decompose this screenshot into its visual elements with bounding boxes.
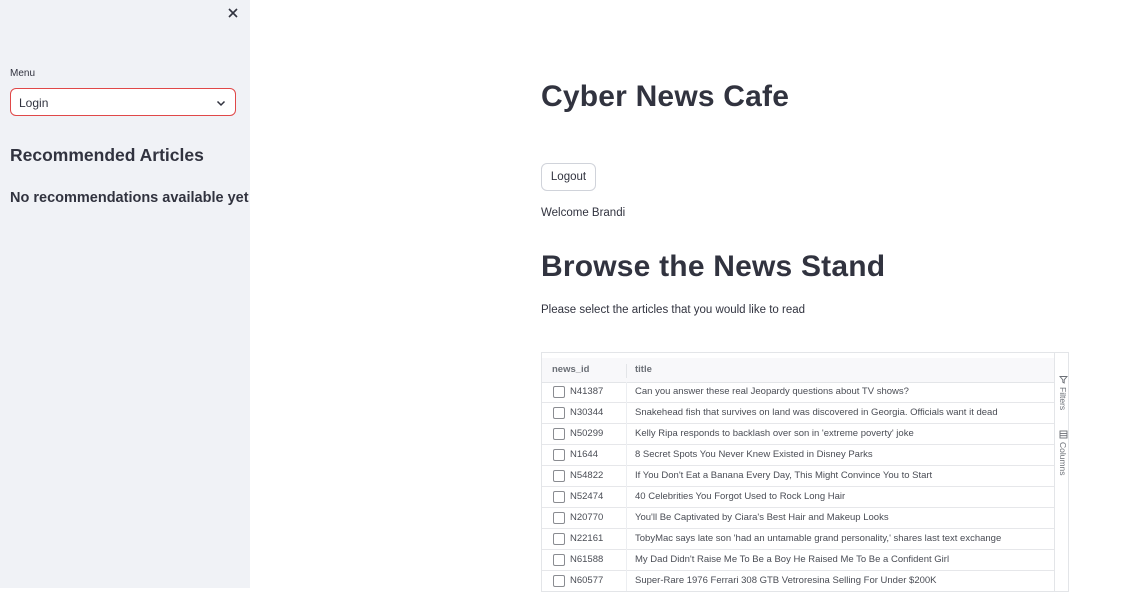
table-row[interactable]: N30344 Snakehead fish that survives on la… bbox=[542, 403, 1054, 424]
cell-news-id: N22161 bbox=[570, 533, 604, 544]
columns-tab[interactable]: Columns bbox=[1056, 430, 1068, 476]
row-checkbox[interactable] bbox=[553, 386, 565, 398]
cell-news-id: N61588 bbox=[570, 554, 604, 565]
cell-divider bbox=[626, 424, 627, 445]
column-header-title[interactable]: title bbox=[635, 364, 652, 375]
cell-title: Super-Rare 1976 Ferrari 308 GTB Vetrores… bbox=[635, 575, 937, 586]
filter-icon bbox=[1058, 376, 1068, 384]
close-icon bbox=[228, 8, 238, 18]
cell-news-id: N50299 bbox=[570, 428, 604, 439]
row-checkbox[interactable] bbox=[553, 428, 565, 440]
row-checkbox[interactable] bbox=[553, 407, 565, 419]
page-title: Cyber News Cafe bbox=[541, 80, 790, 113]
cell-title: My Dad Didn't Raise Me To Be a Boy He Ra… bbox=[635, 554, 950, 565]
row-checkbox[interactable] bbox=[553, 575, 565, 587]
cell-title: You'll Be Captivated by Ciara's Best Hai… bbox=[635, 512, 889, 523]
cell-divider bbox=[626, 466, 627, 487]
table-row[interactable]: N50299 Kelly Ripa responds to backlash ov… bbox=[542, 424, 1054, 445]
table-row[interactable]: N60577 Super-Rare 1976 Ferrari 308 GTB Ve… bbox=[542, 571, 1054, 591]
row-checkbox[interactable] bbox=[553, 554, 565, 566]
filters-tab-label: Filters bbox=[1058, 387, 1068, 411]
cell-title: If You Don't Eat a Banana Every Day, Thi… bbox=[635, 470, 933, 481]
cell-news-id: N20770 bbox=[570, 512, 604, 523]
cell-divider bbox=[626, 571, 627, 591]
recommended-heading: Recommended Articles bbox=[10, 145, 204, 165]
cell-divider bbox=[626, 403, 627, 424]
row-checkbox[interactable] bbox=[553, 449, 565, 461]
cell-divider bbox=[626, 550, 627, 571]
table-row[interactable]: N1644 8 Secret Spots You Never Knew Exist… bbox=[542, 445, 1054, 466]
column-header-news-id[interactable]: news_id bbox=[552, 364, 590, 375]
chevron-down-icon bbox=[216, 100, 226, 107]
table-row[interactable]: N54822 If You Don't Eat a Banana Every Da… bbox=[542, 466, 1054, 487]
cell-divider bbox=[626, 382, 627, 403]
articles-grid: news_id title N41387 Can you answer these… bbox=[541, 352, 1069, 592]
filters-tab[interactable]: Filters bbox=[1056, 375, 1068, 411]
cell-news-id: N60577 bbox=[570, 575, 604, 586]
cell-divider bbox=[626, 445, 627, 466]
cell-title: 8 Secret Spots You Never Knew Existed in… bbox=[635, 449, 873, 460]
logout-button[interactable]: Logout bbox=[541, 163, 596, 191]
grid-side-panel: Filters Columns bbox=[1054, 353, 1068, 591]
columns-icon bbox=[1059, 430, 1067, 439]
cell-divider bbox=[626, 529, 627, 550]
cell-news-id: N54822 bbox=[570, 470, 604, 481]
menu-select-value: Login bbox=[19, 96, 49, 110]
columns-tab-label: Columns bbox=[1058, 442, 1068, 476]
main-content: Cyber News Cafe Logout Welcome Brandi Br… bbox=[541, 0, 1071, 592]
instructions-text: Please select the articles that you woul… bbox=[541, 304, 806, 316]
table-row[interactable]: N22161 TobyMac says late son 'had an unta… bbox=[542, 529, 1054, 550]
browse-heading: Browse the News Stand bbox=[541, 250, 886, 283]
cell-title: Kelly Ripa responds to backlash over son… bbox=[635, 428, 914, 439]
cell-news-id: N30344 bbox=[570, 407, 604, 418]
cell-news-id: N41387 bbox=[570, 386, 604, 397]
row-checkbox[interactable] bbox=[553, 491, 565, 503]
table-row[interactable]: N61588 My Dad Didn't Raise Me To Be a Boy… bbox=[542, 550, 1054, 571]
close-sidebar-button[interactable] bbox=[224, 4, 242, 22]
table-row[interactable]: N20770 You'll Be Captivated by Ciara's Be… bbox=[542, 508, 1054, 529]
row-checkbox[interactable] bbox=[553, 533, 565, 545]
cell-news-id: N1644 bbox=[570, 449, 598, 460]
cell-divider bbox=[626, 487, 627, 508]
cell-title: TobyMac says late son 'had an untamable … bbox=[635, 533, 1002, 544]
menu-label: Menu bbox=[10, 68, 36, 79]
sidebar: Menu Login Recommended Articles No recom… bbox=[0, 0, 250, 588]
menu-select[interactable]: Login bbox=[10, 88, 236, 116]
table-row[interactable]: N52474 40 Celebrities You Forgot Used to … bbox=[542, 487, 1054, 508]
cell-news-id: N52474 bbox=[570, 491, 604, 502]
cell-title: 40 Celebrities You Forgot Used to Rock L… bbox=[635, 491, 846, 502]
no-recommendations-text: No recommendations available yet bbox=[10, 190, 249, 206]
row-checkbox[interactable] bbox=[553, 470, 565, 482]
grid-header: news_id title bbox=[542, 358, 1054, 383]
row-checkbox[interactable] bbox=[553, 512, 565, 524]
cell-divider bbox=[626, 508, 627, 529]
table-row[interactable]: N41387 Can you answer these real Jeopardy… bbox=[542, 382, 1054, 403]
welcome-text: Welcome Brandi bbox=[541, 207, 626, 219]
cell-title: Can you answer these real Jeopardy quest… bbox=[635, 386, 909, 397]
cell-title: Snakehead fish that survives on land was… bbox=[635, 407, 998, 418]
column-divider bbox=[626, 364, 627, 378]
